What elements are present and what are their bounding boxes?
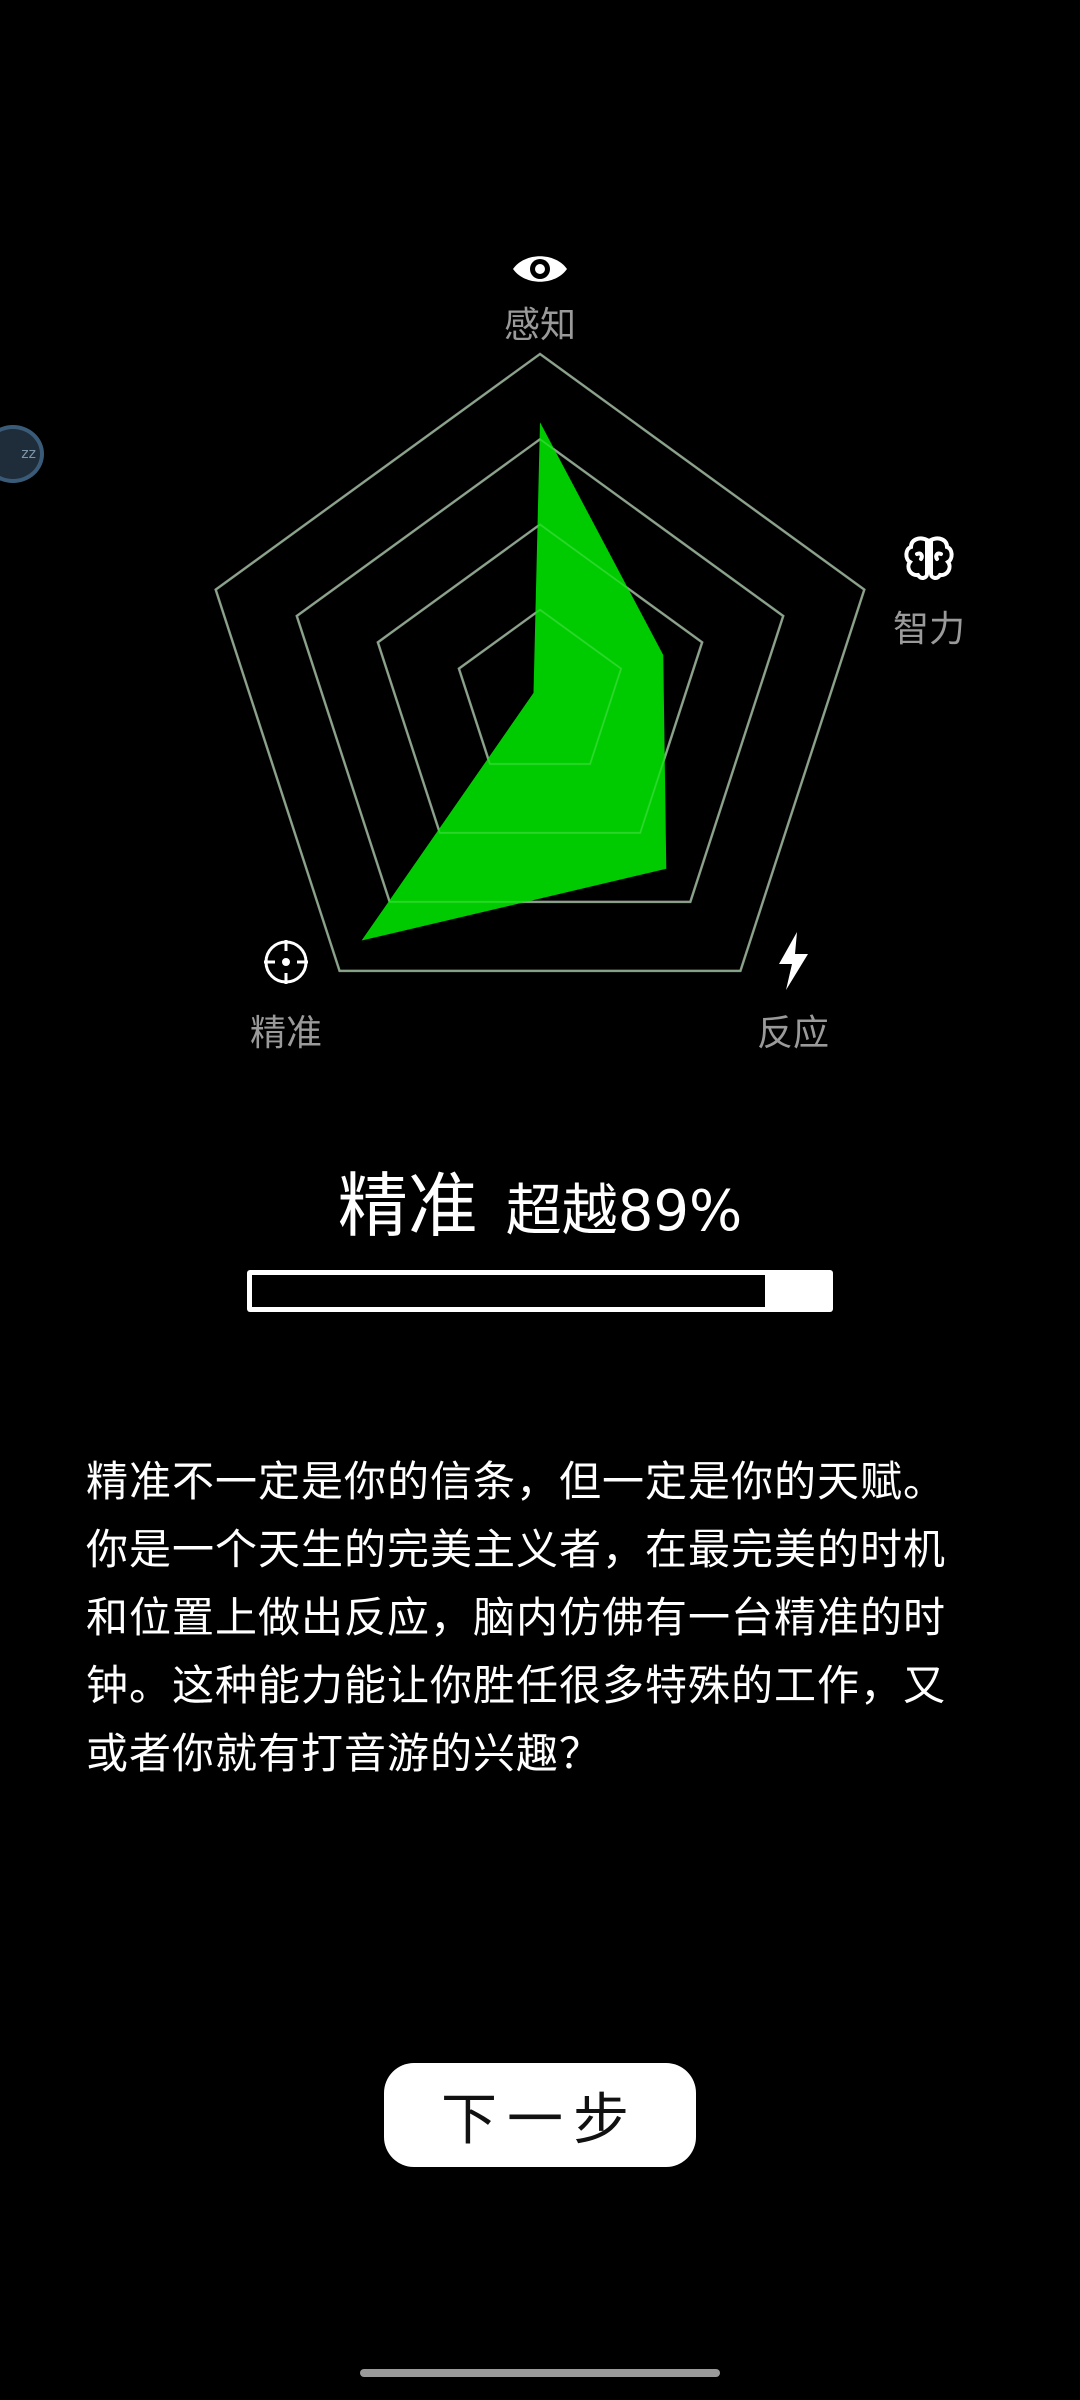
axis-label-precision: 精准 <box>249 1013 323 1054</box>
axis-label-intelligence: 智力 <box>892 609 966 650</box>
axis-label-reaction: 反应 <box>756 1013 830 1054</box>
progress-bar-fill <box>252 1275 765 1307</box>
trait-description: 精准不一定是你的信条，但一定是你的天赋。你是一个天生的完美主义者，在最完美的时机… <box>86 1457 947 1778</box>
eye-icon <box>511 250 569 292</box>
radar-chart: 感知 智力 反应 精准 <box>0 0 1080 1100</box>
floating-bubble-text: zz <box>21 446 36 462</box>
result-percent: 超越89% <box>505 1179 743 1244</box>
progress-bar <box>247 1270 833 1312</box>
radar-data-area <box>361 422 667 941</box>
brain-icon <box>903 534 955 586</box>
axis-label-perception: 感知 <box>503 305 577 346</box>
result-headline: 精准 超越89% <box>0 1150 1080 1251</box>
result-trait: 精准 <box>337 1165 478 1247</box>
lightning-icon <box>775 932 811 994</box>
crosshair-icon <box>262 938 310 990</box>
next-step-button[interactable]: 下一步 <box>384 2063 696 2167</box>
home-indicator[interactable] <box>360 2369 720 2377</box>
